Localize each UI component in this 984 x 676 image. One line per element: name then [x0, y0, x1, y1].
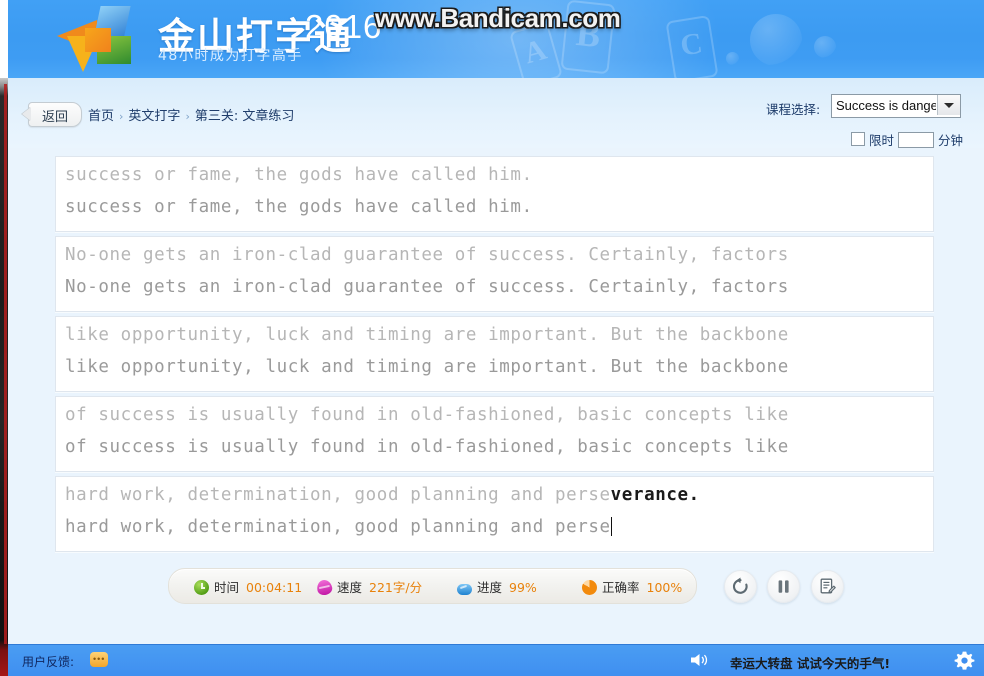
reference-text-line: like opportunity, luck and timing are im…	[65, 325, 789, 345]
typed-text-line: success or fame, the gods have called hi…	[65, 197, 533, 217]
stat-accuracy: 正确率 100%	[582, 577, 682, 596]
app-logo-icon	[55, 6, 141, 74]
time-limit-row: 限时 分钟	[851, 130, 963, 148]
stat-speed: 速度 221字/分	[315, 577, 423, 597]
bubble-decoration	[750, 14, 802, 66]
back-button[interactable]: 返回	[22, 102, 82, 127]
stat-accuracy-label: 正确率	[602, 580, 640, 595]
time-limit-label: 限时	[869, 133, 895, 148]
course-select-value: Success is dangero	[836, 98, 936, 113]
chevron-down-icon	[944, 103, 954, 108]
typing-line-box-active[interactable]: hard work, determination, good planning …	[55, 476, 934, 552]
pie-chart-icon	[582, 580, 597, 595]
reference-text-line: No-one gets an iron-clad guarantee of su…	[65, 245, 789, 265]
brand-slogan: 48小时成为打字高手	[158, 48, 303, 64]
pending-text: verance.	[610, 485, 700, 505]
pause-button[interactable]	[767, 570, 800, 603]
stat-accuracy-value: 100%	[646, 580, 683, 595]
stat-time-value: 00:04:11	[246, 580, 303, 595]
stat-progress-value: 99%	[509, 580, 537, 595]
text-cursor	[610, 517, 612, 536]
document-edit-icon	[820, 578, 836, 594]
gear-icon[interactable]	[954, 650, 975, 671]
time-limit-minutes-input[interactable]	[898, 132, 935, 148]
typing-practice-area: success or fame, the gods have called hi…	[8, 148, 984, 560]
stat-time-label: 时间	[214, 580, 240, 595]
time-limit-checkbox[interactable]	[851, 132, 865, 146]
reference-text-line: of success is usually found in old-fashi…	[65, 405, 789, 425]
typed-text-line: No-one gets an iron-clad guarantee of su…	[65, 277, 789, 297]
restart-button[interactable]	[724, 570, 757, 603]
minutes-unit-label: 分钟	[938, 133, 964, 148]
feedback-chat-icon[interactable]: •••	[90, 652, 108, 667]
restart-icon	[732, 577, 748, 594]
pause-icon	[778, 580, 789, 593]
back-button-label: 返回	[41, 110, 68, 125]
speed-gauge-icon	[315, 578, 334, 597]
app-window: A B C 金山打字通 2016 48小时成为打字高手 www.Bandicam…	[8, 0, 984, 676]
promo-text[interactable]: 幸运大转盘 试试今天的手气!	[730, 653, 890, 672]
reference-text-line: success or fame, the gods have called hi…	[65, 165, 533, 185]
report-button[interactable]	[811, 570, 844, 603]
stat-speed-value: 221字/分	[369, 580, 423, 595]
brand-year: 2016	[305, 8, 383, 45]
typed-text-line: of success is usually found in old-fashi…	[65, 437, 789, 457]
typing-line-box[interactable]: of success is usually found in old-fashi…	[55, 396, 934, 472]
course-select-dropdown-button[interactable]	[937, 95, 960, 115]
desktop-background-strip	[0, 0, 8, 676]
chat-dots: •••	[93, 654, 106, 664]
typed-text-line-active: hard work, determination, good planning …	[65, 517, 612, 537]
breadcrumb-item-english-typing[interactable]: 英文打字	[128, 109, 180, 124]
reference-text-line: hard work, determination, good planning …	[65, 485, 700, 505]
bubble-decoration-tiny	[726, 52, 739, 65]
stat-speed-label: 速度	[337, 580, 363, 595]
typing-line-box[interactable]: like opportunity, luck and timing are im…	[55, 316, 934, 392]
desktop-red-accent	[4, 84, 7, 644]
course-select[interactable]: Success is dangero	[831, 94, 961, 118]
bottom-bar: 用户反馈: ••• 幸运大转盘 试试今天的手气!	[8, 644, 984, 676]
stat-time: 时间 00:04:11	[194, 577, 302, 596]
bandicam-watermark: www.Bandicam.com	[375, 3, 621, 33]
typing-line-box[interactable]: No-one gets an iron-clad guarantee of su…	[55, 236, 934, 312]
breadcrumb-separator-icon: ›	[119, 110, 124, 123]
typing-line-box[interactable]: success or fame, the gods have called hi…	[55, 156, 934, 232]
breadcrumb-separator-icon-2: ›	[185, 110, 190, 123]
breadcrumb: 首页 › 英文打字 › 第三关: 文章练习	[88, 105, 294, 124]
bubble-decoration-small	[814, 36, 836, 58]
stat-progress-label: 进度	[477, 580, 503, 595]
typed-text-line: like opportunity, luck and timing are im…	[65, 357, 789, 377]
breadcrumb-item-home[interactable]: 首页	[88, 109, 114, 124]
clock-icon	[194, 580, 209, 595]
speaker-icon[interactable]	[690, 652, 710, 668]
feedback-label: 用户反馈:	[22, 655, 75, 669]
progress-bar-icon	[457, 584, 472, 595]
letter-card-c-icon: C	[665, 14, 719, 78]
gear-glyph	[954, 651, 975, 670]
app-header: A B C 金山打字通 2016 48小时成为打字高手 www.Bandicam…	[8, 0, 984, 78]
breadcrumb-item-current: 第三关: 文章练习	[194, 109, 295, 124]
speaker-glyph	[691, 654, 708, 666]
course-select-label: 课程选择:	[766, 102, 821, 117]
status-bar: 时间 00:04:11 速度 221字/分 进度 99% 正确率 100%	[168, 568, 697, 604]
stat-progress: 进度 99%	[457, 577, 537, 596]
